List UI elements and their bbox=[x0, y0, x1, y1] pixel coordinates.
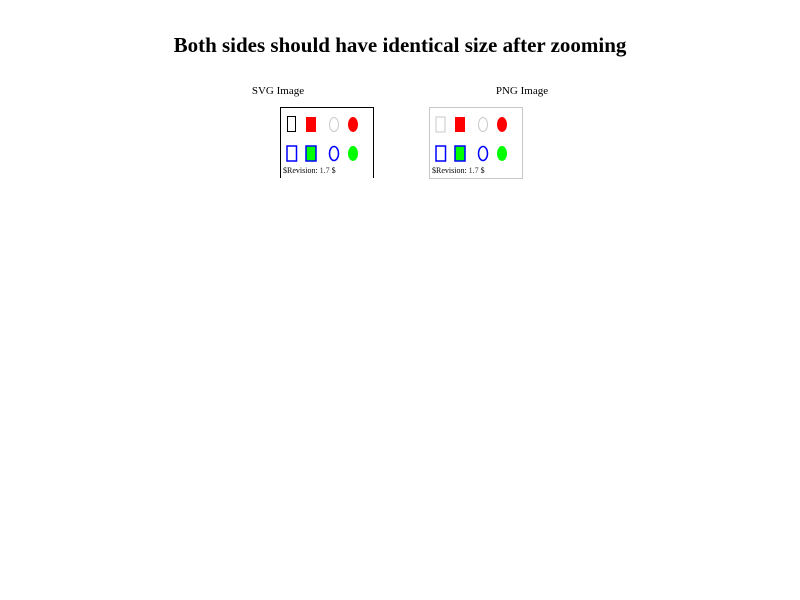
png-image: $Revision: 1.7 $ bbox=[429, 107, 523, 179]
png-image-label: PNG Image bbox=[495, 85, 549, 97]
svg-image-label: SVG Image bbox=[251, 85, 305, 97]
revision-text: $Revision: 1.7 $ bbox=[432, 166, 485, 176]
revision-prefix: $Revision: bbox=[283, 166, 320, 175]
revision-suffix: $ bbox=[329, 166, 336, 175]
svg-image: $Revision: 1.7 $ bbox=[280, 107, 374, 178]
gray-ellipse-shape bbox=[329, 117, 339, 132]
blue-outline-rect-shape bbox=[435, 145, 447, 162]
page: Both sides should have identical size af… bbox=[0, 0, 800, 600]
gray-ellipse-shape bbox=[478, 117, 488, 132]
blue-ellipse-shape bbox=[328, 145, 340, 162]
green-ellipse-shape bbox=[497, 146, 507, 161]
revision-suffix: $ bbox=[478, 166, 485, 175]
revision-number: 1.7 bbox=[468, 166, 479, 175]
revision-text: $Revision: 1.7 $ bbox=[283, 166, 336, 176]
green-ellipse-shape bbox=[348, 146, 358, 161]
green-rect-shape bbox=[454, 145, 466, 162]
green-rect-shape bbox=[305, 145, 317, 162]
gray-outline-rect-shape bbox=[435, 116, 446, 133]
revision-prefix: $Revision: bbox=[432, 166, 469, 175]
outline-rect-shape bbox=[287, 116, 296, 132]
blue-ellipse-shape bbox=[477, 145, 489, 162]
red-rect-shape bbox=[455, 117, 465, 132]
blue-outline-rect-shape bbox=[286, 145, 298, 162]
red-ellipse-shape bbox=[348, 117, 358, 132]
red-rect-shape bbox=[306, 117, 316, 132]
page-title: Both sides should have identical size af… bbox=[173, 33, 627, 57]
red-ellipse-shape bbox=[497, 117, 507, 132]
revision-number: 1.7 bbox=[319, 166, 330, 175]
